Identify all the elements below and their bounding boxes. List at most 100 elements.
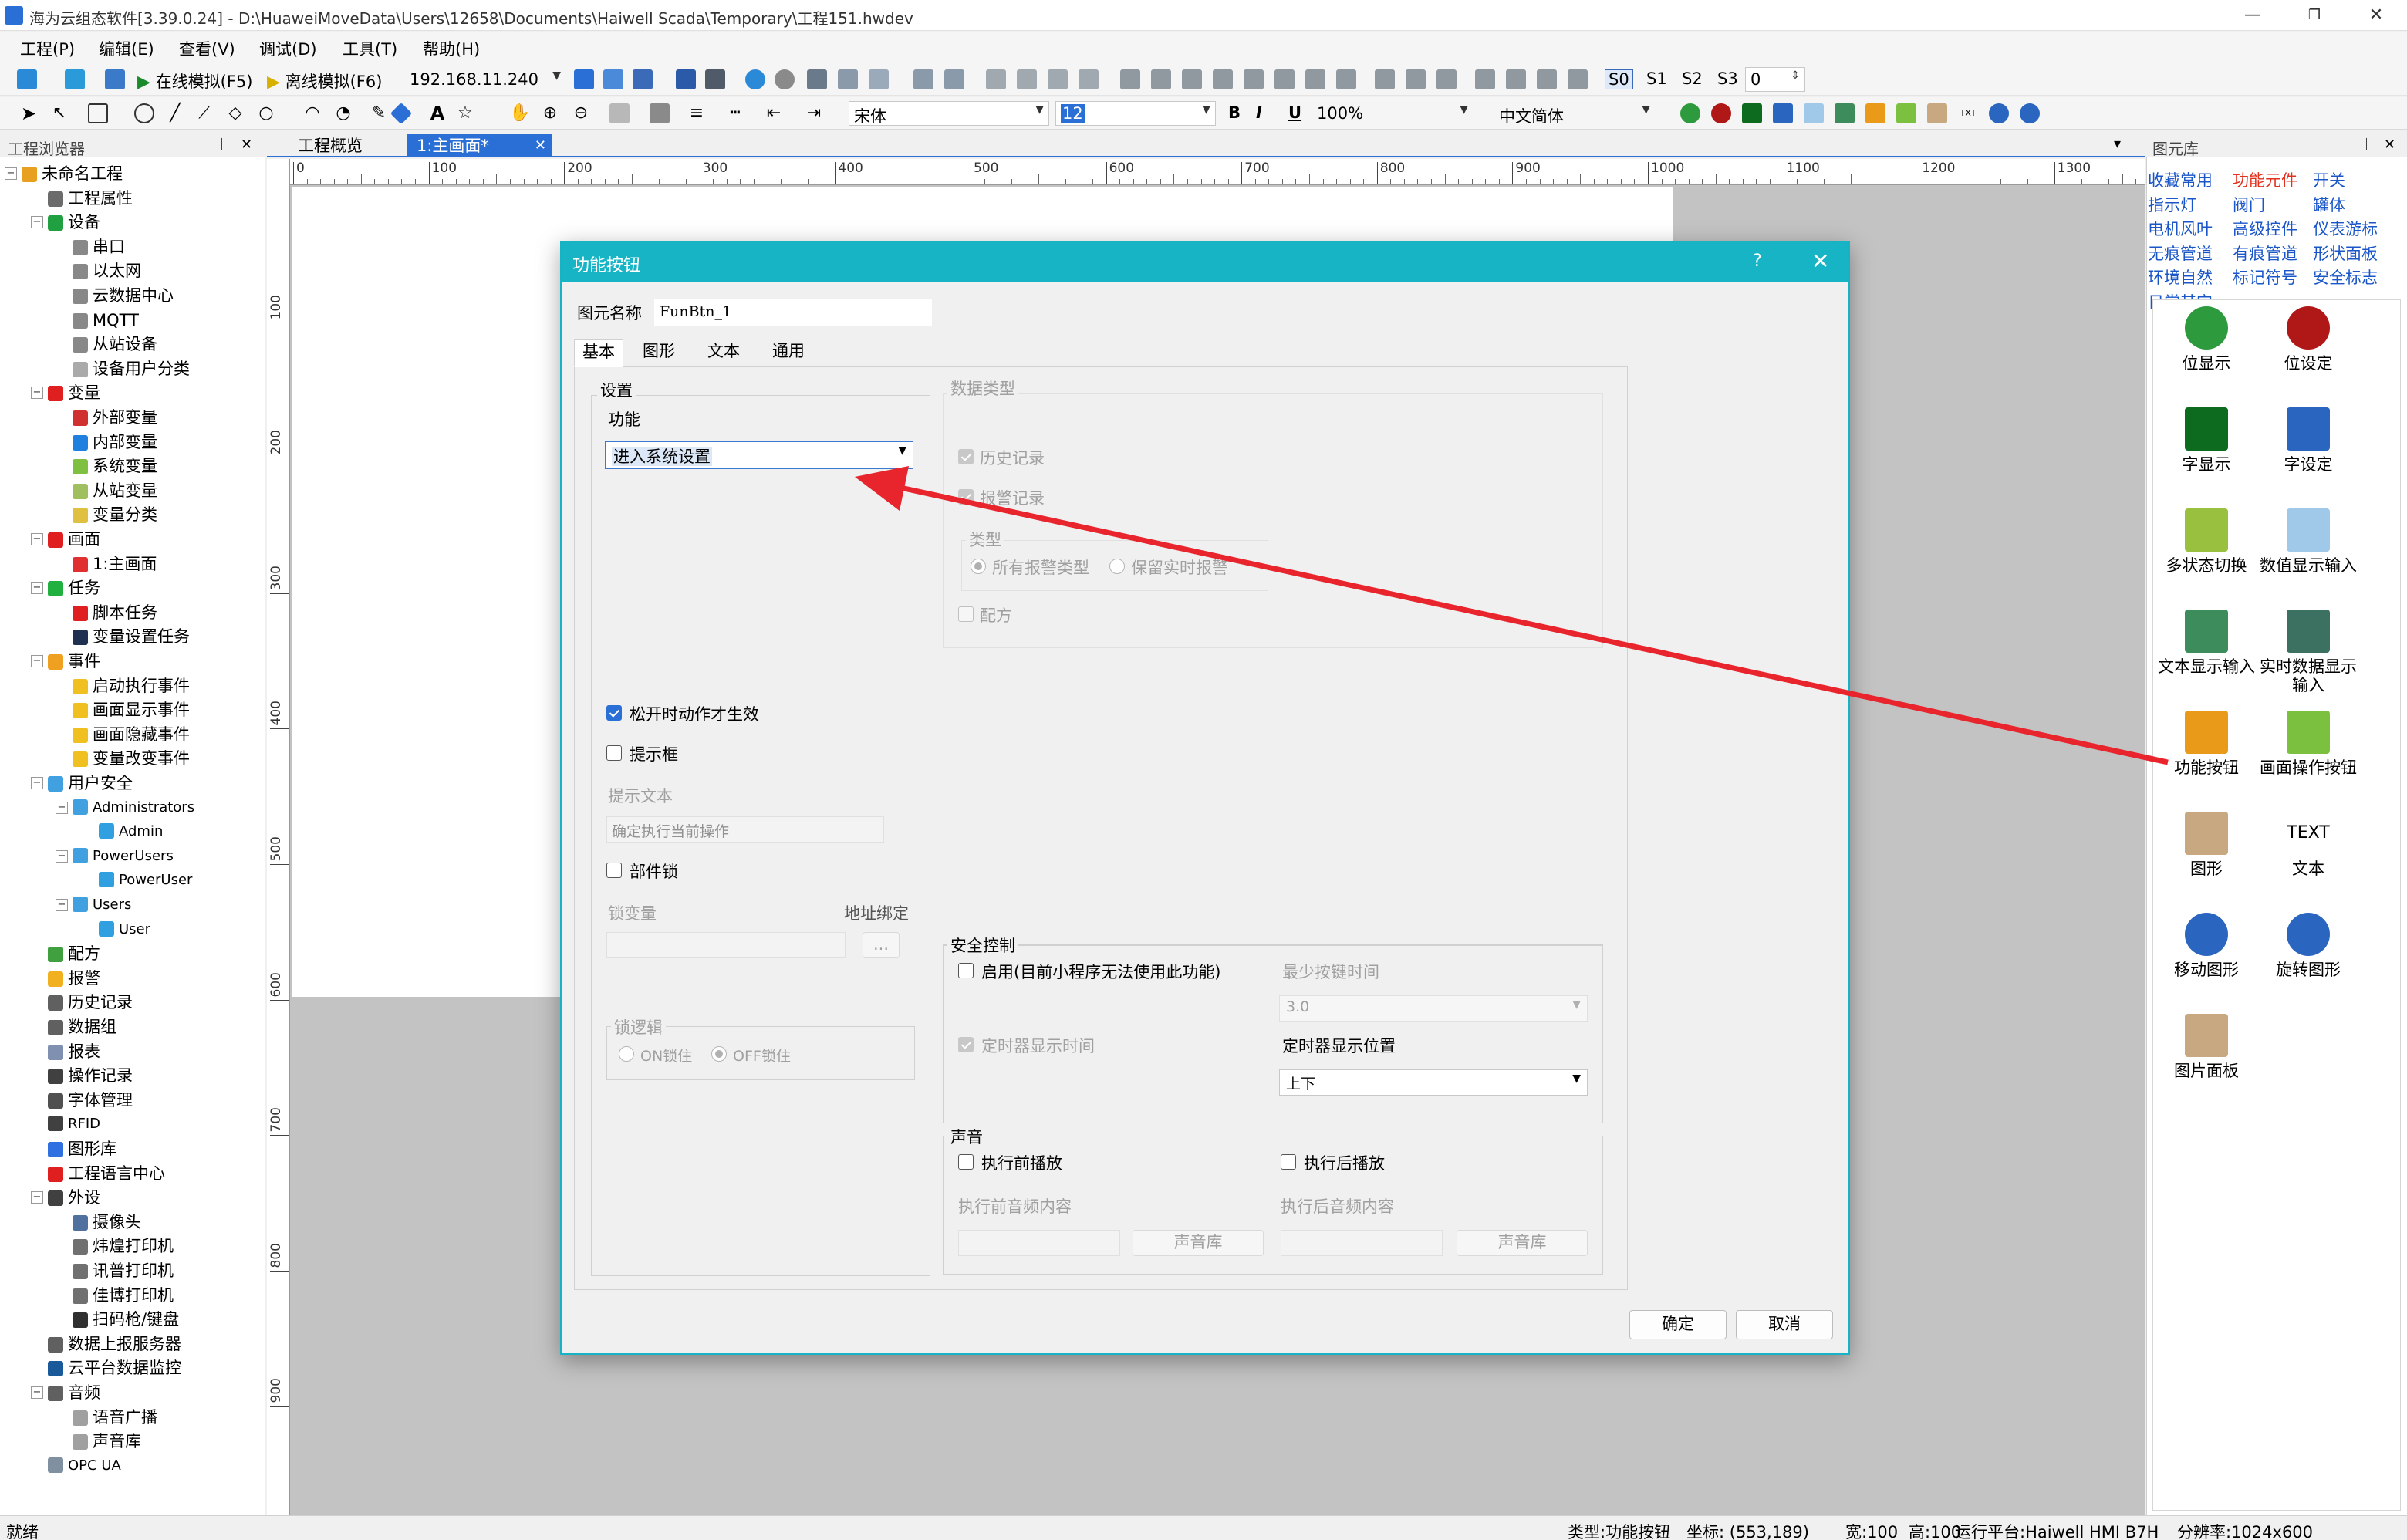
line-tool-icon[interactable]: ╱ [165,103,185,123]
pin-icon[interactable]: ᛁ [2362,137,2371,153]
function-button-icon[interactable] [1865,103,1885,123]
menu-edit[interactable]: 编辑(E) [99,37,154,60]
component-item[interactable]: 字设定 [2258,407,2358,474]
tree-node[interactable]: 炜煌打印机 [73,1234,174,1258]
component-item[interactable]: TEXT 文本 [2258,812,2358,878]
after-sound-library-button[interactable]: 声音库 [1457,1230,1588,1256]
ungroup-icon[interactable] [944,69,964,89]
tree-node[interactable]: 语音广播 [73,1406,157,1429]
category-link[interactable]: 无痕管道 [2148,241,2213,265]
tree-node[interactable]: 图形库 [48,1137,116,1160]
tree-toggle[interactable]: − [31,1191,43,1204]
tree-node[interactable]: 云数据中心 [73,284,174,307]
component-item[interactable]: 文本显示输入 [2156,610,2257,676]
tree-node[interactable]: 佳博打印机 [73,1284,174,1307]
menu-tools[interactable]: 工具(T) [343,37,397,60]
monitor-icon[interactable] [705,69,725,89]
tree-toggle[interactable]: − [31,533,43,545]
component-item[interactable]: 数值显示输入 [2258,508,2358,575]
button-icon[interactable] [1711,103,1731,123]
tree-toggle[interactable]: − [31,216,43,229]
zoom-combo[interactable]: 100% ▼ [1312,101,1474,126]
component-lock-checkbox[interactable] [606,863,622,878]
undo-icon[interactable] [745,69,765,89]
tree-toggle[interactable]: − [56,849,68,863]
tree-node[interactable]: 报警 [48,967,100,990]
before-sound-library-button[interactable]: 声音库 [1133,1230,1264,1256]
tree-node[interactable]: 串口 [73,235,125,258]
help-icon[interactable]: ? [1753,252,1762,271]
category-link[interactable]: 开关 [2313,168,2345,191]
timer-show-checkbox[interactable] [958,1037,974,1052]
screen-button-icon[interactable] [1896,103,1916,123]
picture-icon[interactable] [1927,103,1947,123]
tree-node[interactable]: 未命名工程 [22,162,123,185]
timer-pos-select[interactable]: 上下 ▼ [1279,1069,1588,1096]
tab-overview[interactable]: 工程概览 [289,134,372,157]
tree-node[interactable]: 用户安全 [48,772,133,795]
bold-button[interactable]: B [1228,103,1241,122]
tree-node[interactable]: 变量改变事件 [73,747,190,770]
component-item[interactable]: 旋转图形 [2258,913,2358,979]
tree-node[interactable]: 设备 [48,211,100,234]
align-center-icon[interactable] [1151,69,1171,89]
distribute-v-icon[interactable] [1336,69,1356,89]
redo-icon[interactable] [775,69,795,89]
tree-node[interactable]: Administrators [73,796,194,819]
tree-node[interactable]: 配方 [48,942,100,965]
text-input-icon[interactable] [1835,103,1855,123]
tree-node[interactable]: User [99,918,150,941]
pin-icon[interactable]: ᛁ [218,137,226,153]
tree-node[interactable]: 外部变量 [73,406,157,429]
tree-node[interactable]: 工程语言中心 [48,1162,165,1185]
arrow-end-icon[interactable]: ⇥ [804,103,824,123]
play-after-checkbox[interactable] [1281,1154,1296,1170]
menu-debug[interactable]: 调试(D) [259,37,317,60]
tree-node[interactable]: MQTT [73,309,139,332]
component-item[interactable]: 位显示 [2156,306,2257,373]
security-enable-checkbox[interactable] [958,963,974,978]
minimize-button[interactable]: — [2222,2,2284,29]
flip-h-icon[interactable] [1475,69,1495,89]
state-spinner[interactable]: 0 ⇕ [1745,67,1805,92]
close-window-button[interactable]: ✕ [2345,2,2407,29]
on-lock-radio[interactable] [619,1046,634,1062]
tree-node[interactable]: Admin [99,820,163,843]
indicator-icon[interactable] [1680,103,1700,123]
tree-node[interactable]: 变量 [48,381,100,404]
recipe-checkbox[interactable] [958,606,974,622]
tree-node[interactable]: 数据上报服务器 [48,1332,181,1356]
rotate-right-icon[interactable] [1568,69,1588,89]
category-link[interactable]: 功能元件 [2233,168,2297,191]
tab-general[interactable]: 通用 [758,339,819,364]
star-tool-icon[interactable]: ☆ [455,103,475,123]
tree-node[interactable]: 以太网 [73,259,141,282]
bring-front-icon[interactable] [986,69,1006,89]
pipe-tool-icon[interactable] [390,102,413,125]
function-select[interactable]: 进入系统设置 ▼ [605,441,913,469]
tree-toggle[interactable]: − [56,801,68,814]
move-icon[interactable] [1989,103,2009,123]
menu-view[interactable]: 查看(V) [179,37,235,60]
select-tool-icon[interactable]: ↖ [49,103,69,123]
component-item[interactable]: 多状态切换 [2156,508,2257,575]
tree-toggle[interactable]: − [31,582,43,595]
tree-toggle[interactable]: − [56,899,68,911]
category-link[interactable]: 收藏常用 [2148,168,2213,191]
addr-bind-button[interactable]: ... [863,932,900,958]
tree-node[interactable]: 声音库 [73,1430,141,1453]
tree-node[interactable]: 启动执行事件 [73,674,190,697]
paste-icon[interactable] [869,69,889,89]
before-audio-input[interactable] [958,1230,1120,1256]
tree-node[interactable]: 数据组 [48,1015,116,1038]
tree-node[interactable]: 画面隐藏事件 [73,723,190,746]
text-tool-icon[interactable]: A [427,103,447,123]
group-icon[interactable] [913,69,933,89]
rotate-left-icon[interactable] [1537,69,1557,89]
category-link[interactable]: 阀门 [2233,193,2265,216]
font-family-combo[interactable]: 宋体 ▼ [849,101,1049,126]
text-element-icon[interactable]: TXT [1958,103,1978,123]
tree-node[interactable]: 系统变量 [73,454,157,478]
tab-text[interactable]: 文本 [693,339,755,364]
upload-icon[interactable] [574,69,594,89]
